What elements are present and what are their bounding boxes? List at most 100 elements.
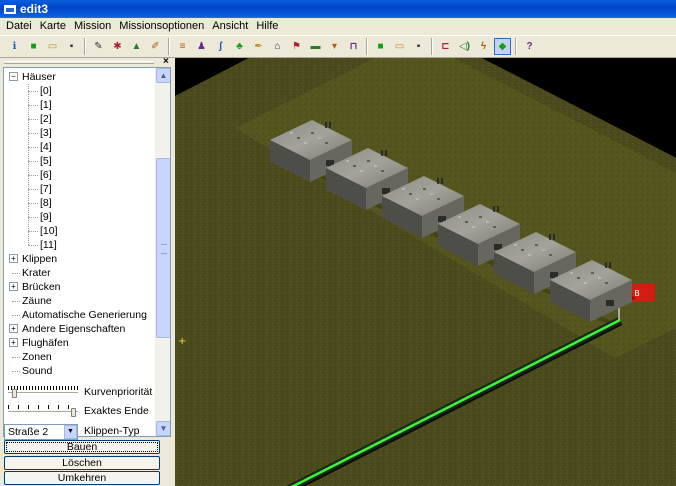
object-tree[interactable]: Häuser − [0] [1] [2] [3] [4] [5] [6] [7] [8] [9] [10… (3, 67, 171, 437)
menu-mission[interactable]: Mission (70, 18, 115, 35)
expand-icon[interactable]: + (9, 338, 18, 347)
scroll-thumb[interactable] (156, 158, 170, 338)
signal-icon[interactable]: ʃ (212, 38, 229, 55)
edit-icon[interactable]: ✐ (147, 38, 164, 55)
tree-item-label: [2] (40, 113, 52, 125)
reverse-button[interactable]: Umkehren (4, 471, 160, 485)
wall-icon[interactable]: ▬ (307, 38, 324, 55)
slider-knob[interactable] (12, 389, 17, 398)
sound-icon[interactable]: ◁) (456, 38, 473, 55)
unit-icon[interactable]: ♟ (193, 38, 210, 55)
exact-end-label: Exaktes Ende (84, 405, 149, 417)
menu-missionsoptionen[interactable]: Missionsoptionen (115, 18, 208, 35)
select-diamond-icon[interactable]: ◆ (494, 38, 511, 55)
tree-connector (28, 105, 38, 106)
curve-priority-row: Kurvenpriorität (4, 384, 174, 402)
tree-item-house[interactable]: [11] (40, 238, 57, 252)
tree-connector (28, 147, 38, 148)
tree-item-sound[interactable]: Sound (22, 364, 52, 378)
build-button[interactable]: Bauen (4, 440, 160, 454)
save-disk-icon[interactable]: ▪ (63, 38, 80, 55)
tree-item-label: [0] (40, 85, 52, 97)
open-folder-icon[interactable]: ▭ (44, 38, 61, 55)
tree-item-zonen[interactable]: Zonen (22, 350, 52, 364)
map-view[interactable]: B + (175, 58, 676, 486)
title-bar: edit3 (0, 0, 676, 18)
terrain-icon[interactable]: ▲ (128, 38, 145, 55)
expand-icon[interactable]: + (9, 324, 18, 333)
menu-datei[interactable]: Datei (2, 18, 36, 35)
tree-item-klippen[interactable]: Klippen (22, 252, 57, 266)
tree-item-house[interactable]: [6] (40, 168, 52, 182)
tree-connector (28, 175, 38, 176)
tree-item-label: Klippen (22, 253, 58, 265)
tree-item-label: Zonen (22, 351, 52, 363)
tree-scrollbar[interactable]: ▲ ▼ (155, 68, 170, 436)
panel-grip[interactable] (4, 61, 154, 64)
tree-item-label: [7] (40, 183, 52, 195)
tree-connector (28, 84, 29, 245)
tree-item-house[interactable]: [1] (40, 98, 52, 112)
menu-ansicht[interactable]: Ansicht (208, 18, 252, 35)
expand-icon[interactable]: + (9, 254, 18, 263)
close-icon[interactable]: × (163, 56, 169, 67)
green-square-2-icon[interactable]: ■ (372, 38, 389, 55)
palette-icon[interactable]: ✱ (109, 38, 126, 55)
zone-icon[interactable]: ϟ (475, 38, 492, 55)
collapse-icon[interactable]: − (9, 72, 18, 81)
vehicle-icon[interactable]: ▾ (326, 38, 343, 55)
tree-item-house[interactable]: [5] (40, 154, 52, 168)
scroll-up-icon[interactable]: ▲ (156, 68, 170, 83)
tree-item-andere-eigenschaften[interactable]: Andere Eigenschaften (22, 322, 125, 336)
tank-icon[interactable]: ⊏ (437, 38, 454, 55)
tree-connector (12, 357, 20, 358)
tree-item-house[interactable]: [10] (40, 224, 58, 238)
road-type-value: Straße 2 (8, 426, 49, 438)
tree-item-br-cken[interactable]: Brücken (22, 280, 61, 294)
tree-item-automatische-generierung[interactable]: Automatische Generierung (22, 308, 147, 322)
tree-item-label: [1] (40, 99, 52, 111)
building-icon[interactable]: ⌂ (269, 38, 286, 55)
slider-track (8, 411, 78, 414)
tree-item-krater[interactable]: Krater (22, 266, 51, 280)
scroll-down-icon[interactable]: ▼ (156, 421, 170, 436)
map-canvas[interactable]: B + (175, 58, 676, 486)
delete-button[interactable]: Löschen (4, 456, 160, 470)
tree-connector (28, 231, 38, 232)
green-square-icon[interactable]: ■ (25, 38, 42, 55)
tree-item-label: Krater (22, 267, 51, 279)
tree-item-house[interactable]: [0] (40, 84, 52, 98)
tree-item-z-une[interactable]: Zäune (22, 294, 52, 308)
tree-icon[interactable]: ♣ (231, 38, 248, 55)
bridge-icon[interactable]: ⊓ (345, 38, 362, 55)
tree-item-house[interactable]: [9] (40, 210, 52, 224)
toolbar-separator (515, 38, 517, 55)
road-type-select[interactable]: Straße 2 ▼ (4, 424, 78, 440)
paint-brush-icon[interactable]: ✎ (90, 38, 107, 55)
chevron-down-icon[interactable]: ▼ (64, 425, 77, 439)
tree-item-haeuser[interactable]: Häuser (22, 70, 56, 84)
tree-item-label: [4] (40, 141, 52, 153)
menu-hilfe[interactable]: Hilfe (252, 18, 282, 35)
expand-icon[interactable]: + (9, 282, 18, 291)
tree-item-house[interactable]: [2] (40, 112, 52, 126)
tree-connector (28, 217, 38, 218)
tree-item-label: [3] (40, 127, 52, 139)
tree-item-house[interactable]: [3] (40, 126, 52, 140)
info-icon[interactable]: ℹ (6, 38, 23, 55)
slider-knob[interactable] (71, 408, 76, 417)
tree-item-flugh-fen[interactable]: Flughäfen (22, 336, 69, 350)
slider-ticks (8, 405, 78, 409)
help-icon[interactable]: ? (521, 38, 538, 55)
tree-item-house[interactable]: [8] (40, 196, 52, 210)
save-disk-2-icon[interactable]: ▪ (410, 38, 427, 55)
road-icon[interactable]: ≡ (174, 38, 191, 55)
menu-karte[interactable]: Karte (36, 18, 70, 35)
curve-priority-slider[interactable] (8, 386, 78, 398)
exact-end-slider[interactable] (8, 405, 78, 417)
tree-item-house[interactable]: [4] (40, 140, 52, 154)
open-folder-2-icon[interactable]: ▭ (391, 38, 408, 55)
paint-icon[interactable]: ✒ (250, 38, 267, 55)
flag-icon[interactable]: ⚑ (288, 38, 305, 55)
tree-item-house[interactable]: [7] (40, 182, 52, 196)
